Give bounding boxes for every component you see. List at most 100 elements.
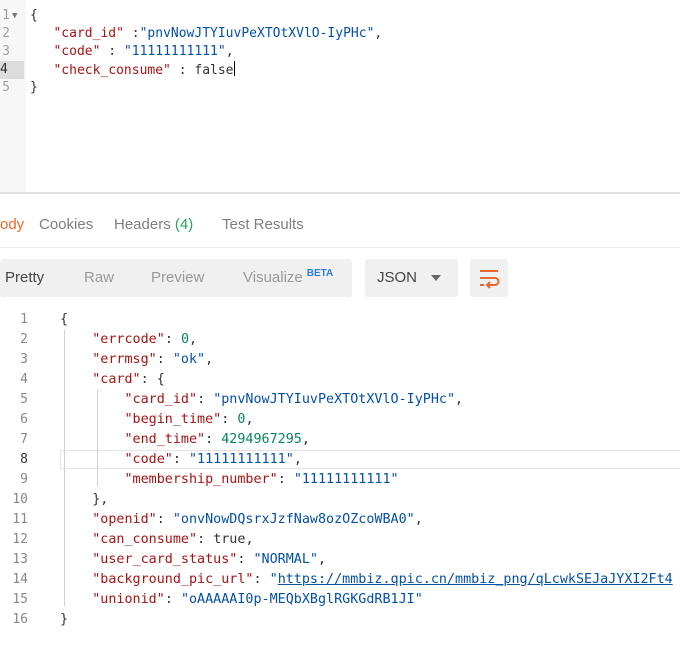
json-key: "card_id"	[53, 26, 124, 41]
beta-badge: BETA	[306, 268, 334, 279]
code-line: 13 "user_card_status": "NORMAL",	[0, 550, 680, 570]
line-number: 4	[0, 61, 24, 79]
brace: {	[30, 8, 38, 23]
json-string: "NORMAL"	[253, 552, 319, 567]
line-number: 5	[2, 80, 10, 95]
json-key: "errmsg"	[92, 352, 157, 367]
json-key: "code"	[53, 44, 101, 59]
json-key: "background_pic_url"	[92, 572, 254, 587]
json-sep: :	[100, 44, 124, 59]
line-number: 9	[20, 472, 28, 487]
tab-cookies[interactable]: Cookies	[39, 215, 93, 239]
close-brace: }	[60, 612, 69, 627]
code-line: 5 "card_id": "pnvNowJTYIuvPeXTOtXVlO-IyP…	[0, 390, 680, 410]
preview-button[interactable]: Preview	[151, 259, 204, 297]
code-line: 6 "begin_time": 0,	[0, 410, 680, 430]
code-line: 9 "membership_number": "11111111111"	[0, 470, 680, 490]
editor-line: 2 "card_id" :"pnvNowJTYIuvPeXTOtXVlO-IyP…	[0, 25, 680, 43]
json-key: "card_id"	[124, 392, 198, 407]
json-key: "user_card_status"	[92, 552, 238, 567]
json-key: "code"	[124, 452, 173, 467]
line-number: 10	[12, 492, 28, 507]
code-line: 3 "errmsg": "ok",	[0, 350, 680, 370]
text-cursor	[233, 61, 235, 76]
tab-test-results[interactable]: Test Results	[222, 215, 304, 239]
json-value: false	[194, 63, 234, 78]
response-body-viewer[interactable]: 1 { 2 "errcode": 0, 3 "errmsg": "ok", 4 …	[0, 308, 680, 659]
view-mode-group: Pretty Raw Preview Visualize BETA	[0, 259, 352, 297]
line-number: 5	[20, 392, 28, 407]
background-pic-link[interactable]: https://mmbiz.qpic.cn/mmbiz_png/qLcwkSEJ…	[278, 572, 673, 587]
json-boolean: true	[213, 532, 246, 547]
json-quote: "	[269, 572, 278, 587]
line-number: 4	[20, 372, 28, 387]
line-number: 15	[12, 592, 28, 607]
fold-arrow-icon[interactable]: ▼	[12, 7, 17, 25]
json-string: "11111111111"	[189, 452, 294, 467]
editor-line-active: 4 "check_consume" : false	[0, 61, 680, 79]
brace: }	[30, 80, 38, 95]
json-sep: :	[170, 63, 195, 78]
format-select-value: JSON	[377, 269, 418, 286]
line-number: 8	[20, 452, 28, 467]
json-sep: :	[123, 26, 140, 41]
format-select[interactable]: JSON	[365, 259, 458, 297]
line-number: 14	[12, 572, 28, 587]
editor-line: 3 "code" : "11111111111",	[0, 43, 680, 61]
line-number: 3	[20, 352, 28, 367]
json-key: "card"	[92, 372, 141, 387]
tab-body[interactable]: ody	[0, 215, 24, 239]
json-key: "can_consume"	[92, 532, 198, 547]
request-body-editor[interactable]: 1 ▼ { 2 "card_id" :"pnvNowJTYIuvPeXTOtXV…	[0, 0, 680, 192]
json-key: "check_consume"	[53, 63, 171, 78]
visualize-label: Visualize	[243, 269, 303, 286]
line-number: 13	[12, 552, 28, 567]
json-string: "oAAAAAI0p-MEQbXBglRGKGdRB1JI"	[180, 592, 423, 607]
pane-resize-divider[interactable]	[0, 192, 680, 194]
json-number: 0	[180, 332, 189, 347]
code-line: 10 },	[0, 490, 680, 510]
wrap-lines-icon	[480, 270, 500, 289]
line-number: 3	[2, 44, 10, 59]
json-key: "begin_time"	[124, 412, 222, 427]
json-key: "openid"	[92, 512, 157, 527]
chevron-down-icon	[431, 275, 441, 281]
code-line: 4 "card": {	[0, 370, 680, 390]
open-brace: {	[60, 312, 69, 327]
tab-headers-label: Headers	[114, 216, 171, 233]
code-line: 11 "openid": "onvNowDQsrxJzfNaw8ozOZcoWB…	[0, 510, 680, 530]
json-string: "ok"	[172, 352, 206, 367]
editor-line: 5 }	[0, 79, 680, 97]
line-number: 7	[20, 432, 28, 447]
json-comma: ,	[374, 26, 383, 41]
line-number: 11	[12, 512, 28, 527]
wrap-lines-button[interactable]	[470, 259, 508, 297]
line-number: 6	[20, 412, 28, 427]
json-value: "11111111111"	[123, 44, 226, 59]
json-value: "pnvNowJTYIuvPeXTOtXVlO-IyPHc"	[139, 26, 375, 41]
code-line: 7 "end_time": 4294967295,	[0, 430, 680, 450]
raw-button[interactable]: Raw	[84, 259, 114, 297]
editor-line: 1 ▼ {	[0, 7, 680, 25]
code-line: 14 "background_pic_url": "https://mmbiz.…	[0, 570, 680, 590]
line-number: 2	[20, 332, 28, 347]
line-number: 16	[12, 612, 28, 627]
line-number: 2	[2, 26, 10, 41]
visualize-button[interactable]: Visualize BETA	[243, 259, 333, 297]
json-string: "11111111111"	[293, 472, 399, 487]
response-toolbar: Pretty Raw Preview Visualize BETA JSON	[0, 259, 680, 297]
json-number: 4294967295	[221, 432, 302, 447]
json-key: "errcode"	[92, 332, 165, 347]
line-number: 1	[2, 8, 10, 23]
line-number: 1	[20, 312, 28, 327]
headers-count-badge: (4)	[174, 216, 194, 233]
pretty-button[interactable]: Pretty	[5, 259, 44, 297]
code-line: 12 "can_consume": true,	[0, 530, 680, 550]
json-string: "pnvNowJTYIuvPeXTOtXVlO-IyPHc"	[213, 392, 456, 407]
code-line: 16 }	[0, 610, 680, 630]
json-comma: ,	[225, 44, 234, 59]
tab-headers[interactable]: Headers (4)	[114, 215, 193, 239]
code-line: 15 "unionid": "oAAAAAI0p-MEQbXBglRGKGdRB…	[0, 590, 680, 610]
code-line-highlighted: 8 "code": "11111111111",	[0, 450, 680, 470]
json-key: "unionid"	[92, 592, 165, 607]
